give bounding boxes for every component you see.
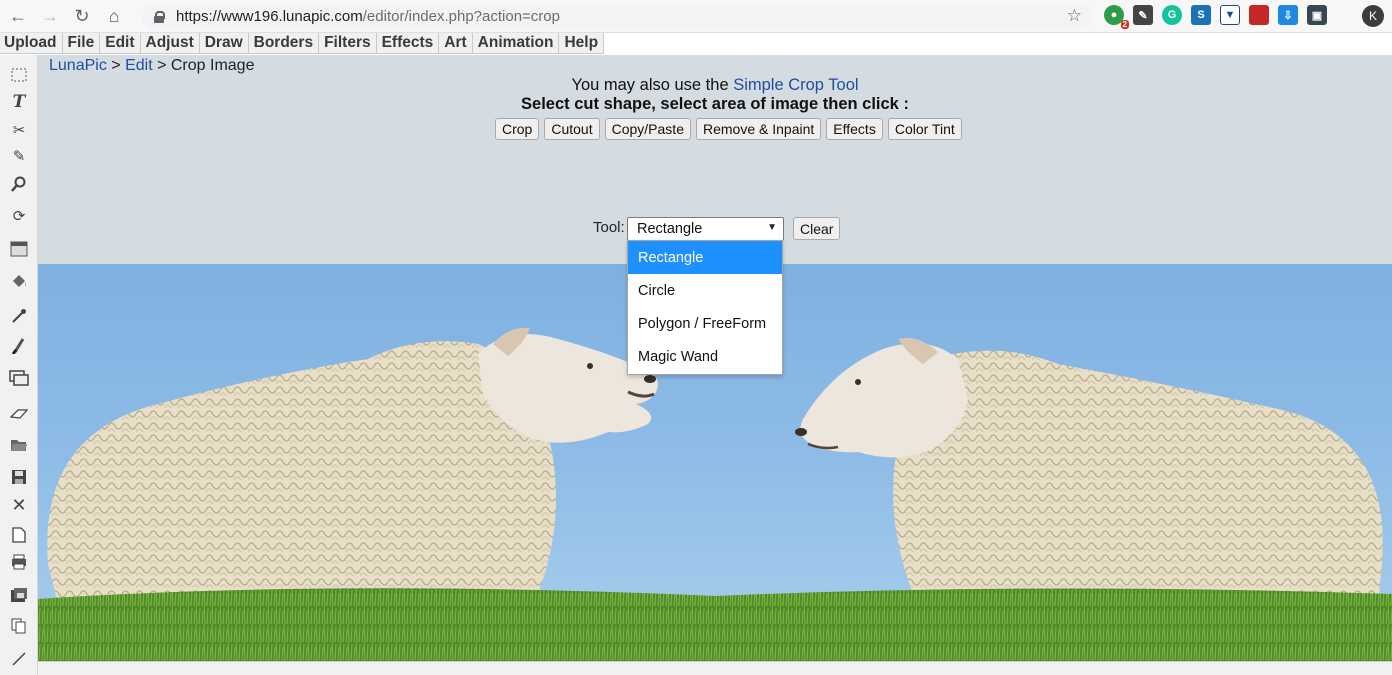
url-host: https://www196.lunapic.com [176,8,363,25]
extensions: ● 2 ✎ G S ▼ ⇩ ▣ [1104,5,1327,29]
rotate-icon[interactable]: ⟳ [9,206,29,226]
option-circle[interactable]: Circle [628,274,782,307]
clear-button[interactable]: Clear [793,217,841,240]
menu-adjust[interactable]: Adjust [140,33,200,54]
image-icon[interactable] [9,368,29,388]
download-icon[interactable]: ⇩ [1278,5,1298,25]
crop-panel: LunaPic > Edit > Crop Image You may also… [38,55,1392,264]
breadcrumb-separator: > [152,57,171,74]
brush-icon[interactable] [9,335,29,355]
left-sheep-nose [644,375,656,383]
eraser-icon[interactable] [9,404,29,424]
copy-icon[interactable] [9,616,29,636]
profile-avatar[interactable]: K [1362,5,1384,27]
tool-select[interactable]: Rectangle ▼ [627,217,784,241]
crop-button[interactable]: Crop [495,118,540,140]
browser-toolbar: ← → ↻ ⌂ https://www196.lunapic.com/edito… [0,0,1392,33]
crop-action-buttons: Crop Cutout Copy/Paste Remove & Inpaint … [495,118,962,140]
breadcrumb: LunaPic > Edit > Crop Image [49,57,254,75]
back-icon[interactable]: ← [4,2,32,30]
simple-crop-tool-link[interactable]: Simple Crop Tool [733,76,858,94]
star-icon[interactable]: ☆ [1067,6,1082,26]
url-text: https://www196.lunapic.com/editor/index.… [176,8,560,25]
extension-green-icon[interactable]: ● 2 [1104,5,1129,29]
scissors-icon[interactable]: ✂ [9,120,29,140]
right-sheep-body [893,350,1383,604]
right-sheep-eye [855,379,861,385]
menu-help[interactable]: Help [559,33,605,54]
extension-badge: 2 [1120,20,1129,29]
menu-upload[interactable]: Upload [0,33,63,54]
crop-hint: You may also use the Simple Crop Tool [38,76,1392,95]
left-toolbar: T ✂ ✎ ⟳ ✕ [0,55,38,675]
effects-button[interactable]: Effects [826,118,883,140]
color-tint-button[interactable]: Color Tint [887,118,962,140]
menu-bar: Upload File Edit Adjust Draw Borders Fil… [0,33,1392,55]
right-sheep-head [800,343,968,458]
menu-file[interactable]: File [62,33,101,54]
breadcrumb-edit-link[interactable]: Edit [125,57,153,74]
option-polygon-freeform[interactable]: Polygon / FreeForm [628,307,782,340]
bottom-scrollbar[interactable] [38,661,1392,675]
menu-filters[interactable]: Filters [319,33,377,54]
open-icon[interactable] [9,435,29,455]
tool-label: Tool: [593,219,625,236]
save-icon[interactable] [9,467,29,487]
option-magic-wand[interactable]: Magic Wand [628,340,782,373]
layer-icon[interactable] [9,239,29,259]
eyedropper-icon[interactable] [9,306,29,326]
crop-instruction: Select cut shape, select area of image t… [521,95,909,113]
menu-draw[interactable]: Draw [199,33,249,54]
right-sheep-nose [795,428,807,436]
menu-borders[interactable]: Borders [248,33,320,54]
crop-hint-text: You may also use the [571,76,734,94]
tool-dropdown-list: Rectangle Circle Polygon / FreeForm Magi… [627,240,783,375]
home-icon[interactable]: ⌂ [100,2,128,30]
grass [38,588,1392,661]
pencil-icon[interactable]: ✎ [9,146,29,166]
address-bar[interactable]: https://www196.lunapic.com/editor/index.… [142,4,1092,29]
menu-effects[interactable]: Effects [376,33,440,54]
breadcrumb-current: Crop Image [170,57,255,74]
remove-inpaint-button[interactable]: Remove & Inpaint [695,118,822,140]
line-icon[interactable] [9,649,29,669]
left-sheep-body [47,341,556,604]
menu-animation[interactable]: Animation [472,33,560,54]
menu-art[interactable]: Art [439,33,473,54]
url-path: /editor/index.php?action=crop [362,8,560,25]
menu-edit[interactable]: Edit [100,33,141,54]
cutout-button[interactable]: Cutout [544,118,600,140]
fill-icon[interactable] [9,271,29,291]
extension-s-icon[interactable]: S [1191,5,1211,25]
select-icon[interactable] [9,65,29,85]
stack-icon[interactable] [9,585,29,605]
extension-save-icon[interactable]: ▼ [1220,5,1240,25]
text-icon[interactable]: T [9,92,29,112]
print-icon[interactable] [9,552,29,572]
left-sheep-eye [587,363,593,369]
option-rectangle[interactable]: Rectangle [628,241,782,274]
grammarly-icon[interactable]: G [1162,5,1182,25]
zoom-icon[interactable] [9,174,29,194]
lock-icon [154,10,165,23]
extension-red-icon[interactable] [1249,5,1269,25]
close-icon[interactable]: ✕ [9,495,29,515]
reload-icon[interactable]: ↻ [68,2,96,30]
extension-screen-icon[interactable]: ▣ [1307,5,1327,25]
breadcrumb-home-link[interactable]: LunaPic [49,57,107,74]
tool-select-value: Rectangle [637,221,703,237]
new-file-icon[interactable] [9,525,29,545]
extension-dropper-icon[interactable]: ✎ [1133,5,1153,25]
copy-paste-button[interactable]: Copy/Paste [604,118,691,140]
forward-icon[interactable]: → [36,2,64,30]
breadcrumb-separator: > [106,57,126,74]
dropdown-arrow-icon: ▼ [767,222,777,233]
